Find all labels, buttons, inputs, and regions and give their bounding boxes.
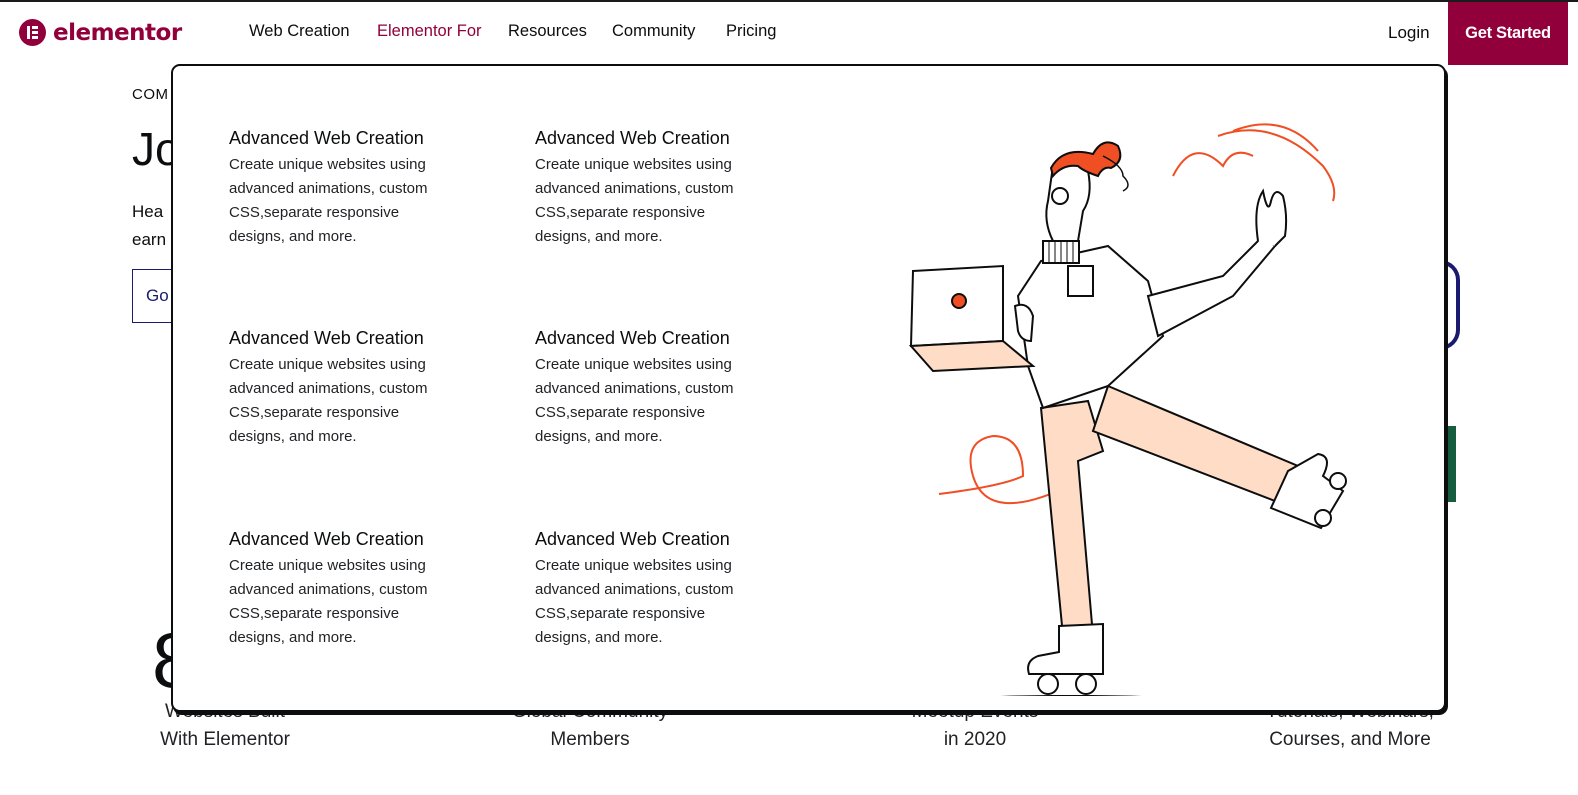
description-line: CSS,separate responsive [535,204,706,221]
stat-label-line: Members [550,729,630,750]
brand-name: elementor [53,19,182,46]
description-line: advanced animations, custom [229,380,428,397]
mega-menu-item[interactable]: Advanced Web Creation Create unique webs… [229,128,479,249]
mega-menu-item-title[interactable]: Advanced Web Creation [535,328,785,349]
description-line: Create unique websites using [229,557,426,574]
mega-menu-item-title[interactable]: Advanced Web Creation [535,529,785,550]
description-line: advanced animations, custom [229,581,428,598]
nav-item-pricing[interactable]: Pricing [726,22,776,41]
description-line: CSS,separate responsive [535,605,706,622]
nav-item-resources[interactable]: Resources [508,22,587,41]
description-line: designs, and more. [229,228,357,245]
description-line: advanced animations, custom [535,180,734,197]
description-line: Create unique websites using [229,156,426,173]
nav-item-elementor-for[interactable]: Elementor For [377,22,482,41]
roller-skater-illustration [908,123,1347,696]
description-line: advanced animations, custom [535,380,734,397]
description-line: CSS,separate responsive [229,605,400,622]
login-link[interactable]: Login [1388,23,1430,43]
mega-menu-item[interactable]: Advanced Web Creation Create unique webs… [229,328,479,449]
mega-menu-item-description: Create unique websites using advanced an… [535,153,785,249]
stat-label-line: in 2020 [943,729,1007,750]
description-line: CSS,separate responsive [229,404,400,421]
mega-menu-item-description: Create unique websites using advanced an… [535,353,785,449]
mega-menu-item-description: Create unique websites using advanced an… [229,153,479,249]
mega-menu-item-description: Create unique websites using advanced an… [229,353,479,449]
mega-menu-item[interactable]: Advanced Web Creation Create unique webs… [535,128,785,249]
nav-item-community[interactable]: Community [612,22,695,41]
description-line: Create unique websites using [535,156,732,173]
description-line: advanced animations, custom [229,180,428,197]
mega-menu-item[interactable]: Advanced Web Creation Create unique webs… [535,328,785,449]
mega-menu-item[interactable]: Advanced Web Creation Create unique webs… [229,529,479,650]
stat-label-line: Courses, and More [1269,729,1431,750]
top-rule [0,0,1578,2]
mega-menu-item-description: Create unique websites using advanced an… [229,554,479,650]
mega-menu-item-title[interactable]: Advanced Web Creation [535,128,785,149]
description-line: designs, and more. [229,629,357,646]
elementor-logo[interactable]: elementor [19,19,182,46]
mega-menu-item-title[interactable]: Advanced Web Creation [229,529,479,550]
elementor-logo-icon [19,19,46,46]
description-line: Create unique websites using [229,356,426,373]
page-eyebrow: COM [132,86,169,103]
description-line: designs, and more. [535,228,663,245]
description-line: designs, and more. [229,428,357,445]
description-line: CSS,separate responsive [535,404,706,421]
mega-menu-item-title[interactable]: Advanced Web Creation [229,328,479,349]
mega-menu-item[interactable]: Advanced Web Creation Create unique webs… [535,529,785,650]
description-line: Create unique websites using [535,356,732,373]
mega-menu-item-title[interactable]: Advanced Web Creation [229,128,479,149]
mega-menu-dropdown: Advanced Web Creation Create unique webs… [171,64,1446,712]
get-started-button[interactable]: Get Started [1448,2,1568,65]
description-line: designs, and more. [535,428,663,445]
description-line: advanced animations, custom [535,581,734,598]
mega-menu-item-description: Create unique websites using advanced an… [535,554,785,650]
stat-label-line: With Elementor [160,729,290,750]
description-line: CSS,separate responsive [229,204,400,221]
nav-item-web-creation[interactable]: Web Creation [249,22,350,41]
description-line: designs, and more. [535,629,663,646]
description-line: Create unique websites using [535,557,732,574]
